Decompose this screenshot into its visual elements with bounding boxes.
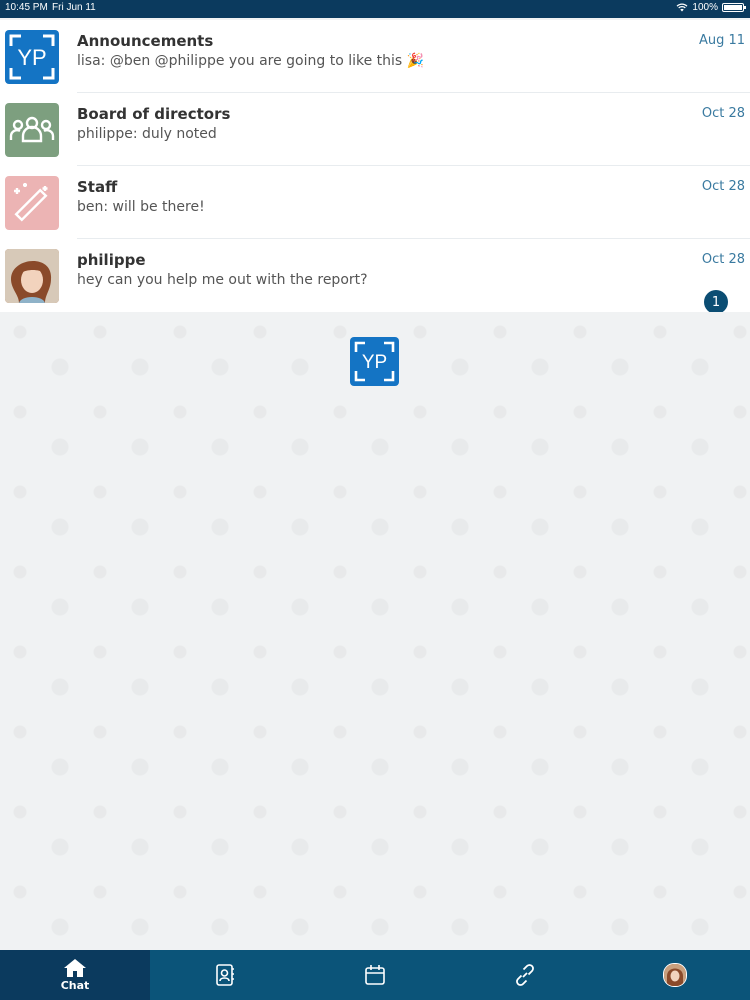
- group-icon: [5, 103, 59, 157]
- unread-badge: 1: [704, 290, 728, 314]
- chat-date: Oct 28: [701, 252, 745, 267]
- status-date: Fri Jun 11: [52, 2, 96, 13]
- chat-row-philippe[interactable]: philippe hey can you help me out with th…: [0, 239, 750, 314]
- chat-name: Announcements: [77, 32, 214, 50]
- chat-preview: ben: will be there!: [77, 199, 205, 215]
- wifi-icon: [676, 3, 688, 12]
- battery-percent: 100%: [692, 2, 718, 13]
- link-icon: [516, 964, 534, 986]
- chat-background: [0, 312, 750, 950]
- chat-row-staff[interactable]: Staff ben: will be there! Oct 28: [0, 166, 750, 239]
- status-right: 100%: [676, 2, 746, 13]
- center-logo-text: YP: [362, 352, 387, 373]
- profile-avatar: [663, 963, 687, 987]
- chat-preview: hey can you help me out with the report?: [77, 272, 368, 288]
- calendar-icon: [365, 965, 385, 985]
- tab-links[interactable]: [450, 950, 600, 1000]
- chat-name: Staff: [77, 178, 118, 196]
- status-time: 10:45 PM: [5, 2, 48, 13]
- user-photo: [5, 249, 59, 303]
- tab-contacts[interactable]: [150, 950, 300, 1000]
- chat-list: YP Announcements lisa: @ben @philippe yo…: [0, 20, 750, 314]
- tab-bar: Chat: [0, 950, 750, 1000]
- status-bar: 10:45 PM Fri Jun 11 100%: [0, 0, 750, 18]
- svg-text:YP: YP: [17, 45, 46, 70]
- chat-name: philippe: [77, 251, 146, 269]
- yp-logo-icon: YP: [5, 30, 59, 84]
- yp-logo-icon: YP: [350, 337, 399, 386]
- tab-profile[interactable]: [600, 950, 750, 1000]
- chat-name: Board of directors: [77, 105, 231, 123]
- tab-label: Chat: [60, 979, 90, 992]
- chat-date: Oct 28: [701, 179, 745, 194]
- contacts-icon: [216, 964, 234, 986]
- chat-date: Oct 28: [701, 106, 745, 121]
- chat-row-announcements[interactable]: YP Announcements lisa: @ben @philippe yo…: [0, 20, 750, 93]
- home-icon: [64, 959, 86, 977]
- tab-calendar[interactable]: [300, 950, 450, 1000]
- magic-wand-icon: [5, 176, 59, 230]
- chat-preview: lisa: @ben @philippe you are going to li…: [77, 53, 425, 69]
- chat-preview: philippe: duly noted: [77, 126, 217, 142]
- chat-row-board-of-directors[interactable]: Board of directors philippe: duly noted …: [0, 93, 750, 166]
- tab-chat[interactable]: Chat: [0, 950, 150, 1000]
- battery-icon: [722, 3, 746, 12]
- chat-date: Aug 11: [698, 33, 745, 48]
